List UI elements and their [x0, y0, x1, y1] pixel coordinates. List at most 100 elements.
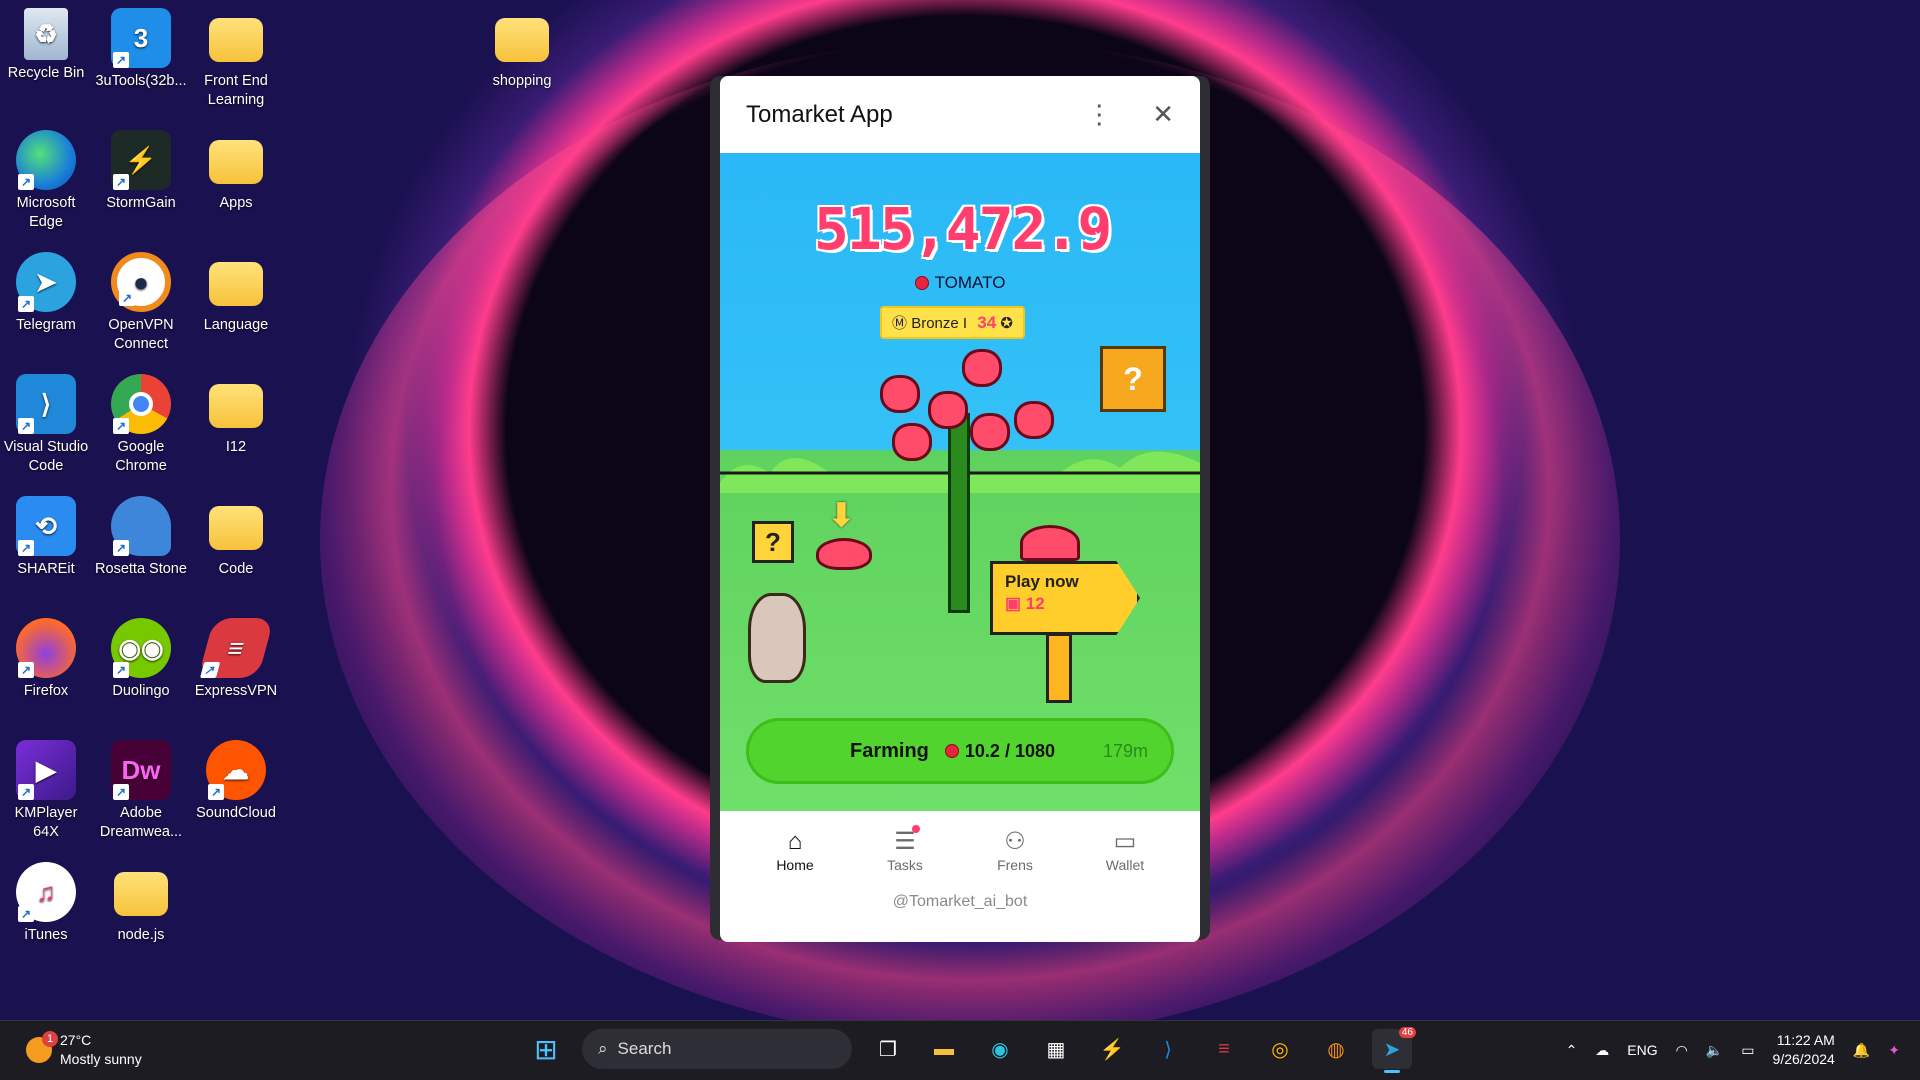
bottom-tabbar: ⌂ Home ☰ Tasks ⚇ Frens ▭ Wallet	[720, 811, 1200, 889]
stormgain-icon: ⚡ ↗	[111, 130, 171, 190]
folder-icon	[209, 140, 263, 184]
tomato-character	[1020, 525, 1080, 561]
itunes-icon: ♫ ↗	[16, 862, 76, 922]
search-box[interactable]: ⌕ Search	[582, 1029, 852, 1069]
folder-icon	[114, 872, 168, 916]
chevron-right-icon[interactable]: ›	[1094, 225, 1099, 241]
window-title: Tomarket App	[746, 100, 893, 128]
vscode-icon[interactable]: ⟩	[1148, 1029, 1188, 1069]
language-indicator[interactable]: ENG	[1627, 1042, 1657, 1058]
play-now-sign[interactable]: Play now ▣ 12	[990, 561, 1140, 635]
bot-handle[interactable]: @Tomarket_ai_bot	[720, 893, 1200, 911]
tab-wallet[interactable]: ▭ Wallet	[1080, 827, 1170, 873]
recycle-bin-icon: ♻	[24, 8, 68, 60]
close-icon[interactable]: ✕	[1152, 99, 1174, 130]
weather-widget[interactable]: 1 27°C Mostly sunny	[26, 1031, 142, 1069]
onedrive-icon[interactable]: ☁	[1595, 1042, 1609, 1059]
task-view-icon[interactable]: ❐	[868, 1029, 908, 1069]
start-button[interactable]: ⊞	[526, 1029, 566, 1069]
tab-tasks[interactable]: ☰ Tasks	[860, 825, 950, 873]
expressvpn-icon[interactable]: ≡	[1204, 1029, 1244, 1069]
telegram-icon: ➤ ↗	[16, 252, 76, 312]
chevron-up-icon[interactable]: ⌃	[1566, 1042, 1578, 1059]
tomato-tree[interactable]	[948, 413, 970, 613]
chrome-icon: ↗	[111, 374, 171, 434]
wifi-icon[interactable]: ◠	[1676, 1042, 1688, 1059]
desktop-icon-soundcloud[interactable]: ☁ ↗ SoundCloud	[190, 740, 282, 823]
rank-badge[interactable]: Ⓜ Bronze I 34 ✪	[880, 306, 1025, 339]
3utools-icon: 3 ↗	[111, 8, 171, 68]
tree-tomato[interactable]	[928, 391, 968, 429]
clock[interactable]: 11:22 AM 9/26/2024	[1773, 1031, 1835, 1069]
expressvpn-icon: ≡ ↗	[197, 618, 275, 678]
arrow-down-icon: ⬇	[828, 497, 855, 533]
question-block[interactable]: ?	[752, 521, 794, 563]
tasks-icon: ☰	[894, 828, 916, 855]
chrome-icon[interactable]: ◎	[1260, 1029, 1300, 1069]
desktop-icon-3utools[interactable]: 3 ↗ 3uTools(32b...	[95, 8, 187, 91]
desktop-icon-nodejs[interactable]: node.js	[95, 862, 187, 945]
desktop-icon-openvpn[interactable]: ● ↗ OpenVPN Connect	[95, 252, 187, 354]
desktop-icon-telegram[interactable]: ➤ ↗ Telegram	[0, 252, 92, 335]
battery-icon[interactable]: ▭	[1741, 1042, 1754, 1059]
kmplayer-icon: ▶ ↗	[16, 740, 76, 800]
tree-tomato[interactable]	[962, 349, 1002, 387]
tomato-balance: 515,472.9	[814, 195, 1112, 263]
ticket-icon: ▣	[1005, 594, 1022, 613]
notification-icon[interactable]: 🔔	[1853, 1042, 1870, 1059]
stormgain-icon[interactable]: ⚡	[1092, 1029, 1132, 1069]
desktop-icon-firefox[interactable]: ↗ Firefox	[0, 618, 92, 701]
tab-home[interactable]: ⌂ Home	[750, 827, 840, 873]
desktop-icon-duolingo[interactable]: ◉◉ ↗ Duolingo	[95, 618, 187, 701]
desktop-icon-kmplayer[interactable]: ▶ ↗ KMPlayer 64X	[0, 740, 92, 842]
tree-tomato[interactable]	[892, 423, 932, 461]
farming-button[interactable]: Farming 10.2 / 1080 179m	[746, 718, 1174, 784]
desktop-icon-itunes[interactable]: ♫ ↗ iTunes	[0, 862, 92, 945]
taskbar: 1 27°C Mostly sunny ⊞ ⌕ Search ❐ ▬ ◉ ▦ ⚡…	[0, 1020, 1920, 1080]
more-options-icon[interactable]: ⋮	[1086, 99, 1112, 130]
tree-tomato[interactable]	[1014, 401, 1054, 439]
desktop-icon-chrome[interactable]: ↗ Google Chrome	[95, 374, 187, 476]
file-explorer-icon[interactable]: ▬	[924, 1029, 964, 1069]
small-tomato[interactable]	[816, 538, 872, 570]
desktop-icon-vscode[interactable]: ⟩ ↗ Visual Studio Code	[0, 374, 92, 476]
soundcloud-icon: ☁ ↗	[206, 740, 266, 800]
tomarket-window: Tomarket App ⋮ ✕ 515,472.9 › TOMATO Ⓜ Br…	[720, 76, 1200, 942]
sign-post	[1046, 633, 1072, 703]
copilot-icon[interactable]: ✦	[1888, 1042, 1900, 1059]
folder-icon	[209, 262, 263, 306]
desktop-icon-rosetta-stone[interactable]: ↗ Rosetta Stone	[95, 496, 187, 579]
desktop-icon-dreamweaver[interactable]: Dw ↗ Adobe Dreamwea...	[95, 740, 187, 842]
desktop-icon-front-end-learning[interactable]: Front End Learning	[190, 8, 282, 110]
desktop-icon-shopping[interactable]: shopping	[476, 8, 568, 91]
folder-icon	[209, 384, 263, 428]
store-icon[interactable]: ▦	[1036, 1029, 1076, 1069]
star-icon: ✪	[1000, 315, 1013, 332]
telegram-icon[interactable]: ➤ 46	[1372, 1027, 1416, 1073]
firefox-icon: ↗	[16, 618, 76, 678]
desktop-icon-code[interactable]: Code	[190, 496, 282, 579]
window-header: Tomarket App ⋮ ✕	[720, 76, 1200, 153]
tomato-icon	[944, 744, 959, 758]
cat-character	[748, 593, 806, 683]
vscode-icon: ⟩ ↗	[16, 374, 76, 434]
tree-tomato[interactable]	[970, 413, 1010, 451]
desktop-icon-stormgain[interactable]: ⚡ ↗ StormGain	[95, 130, 187, 213]
desktop-icon-language[interactable]: Language	[190, 252, 282, 335]
mystery-box[interactable]: ?	[1100, 346, 1166, 412]
game-area: 515,472.9 › TOMATO Ⓜ Bronze I 34 ✪ ? ? ⬇…	[720, 153, 1200, 811]
folder-icon	[209, 506, 263, 550]
tab-frens[interactable]: ⚇ Frens	[970, 827, 1060, 873]
tree-tomato[interactable]	[880, 375, 920, 413]
desktop-icon-i12[interactable]: I12	[190, 374, 282, 457]
edge-icon: ↗	[16, 130, 76, 190]
desktop-icon-apps[interactable]: Apps	[190, 130, 282, 213]
openvpn-icon[interactable]: ◍	[1316, 1029, 1356, 1069]
desktop-icon-recycle-bin[interactable]: ♻ Recycle Bin	[0, 8, 92, 83]
desktop-icon-edge[interactable]: ↗ Microsoft Edge	[0, 130, 92, 232]
desktop-icon-shareit[interactable]: ⟲ ↗ SHAREit	[0, 496, 92, 579]
volume-icon[interactable]: 🔈	[1706, 1042, 1723, 1059]
wallet-icon: ▭	[1113, 828, 1137, 855]
desktop-icon-expressvpn[interactable]: ≡ ↗ ExpressVPN	[190, 618, 282, 701]
edge-icon[interactable]: ◉	[980, 1029, 1020, 1069]
